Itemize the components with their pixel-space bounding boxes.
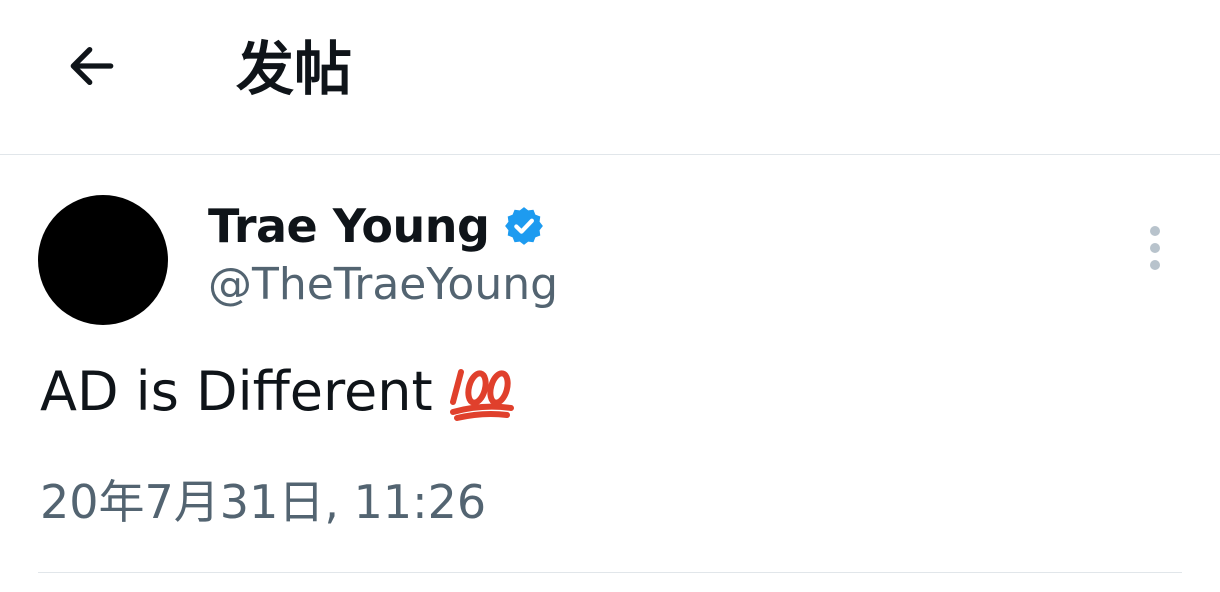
- author-handle[interactable]: @TheTraeYoung: [208, 256, 558, 314]
- more-vertical-icon-dot: [1150, 260, 1160, 270]
- post-body: AD is Different: [40, 358, 517, 426]
- avatar[interactable]: [38, 195, 168, 325]
- divider: [38, 572, 1182, 573]
- more-options-button[interactable]: [1130, 220, 1180, 276]
- page-title: 发帖: [236, 35, 353, 103]
- more-vertical-icon-dot: [1150, 243, 1160, 253]
- post-text: AD is Different: [40, 360, 433, 423]
- display-name[interactable]: Trae Young: [208, 196, 490, 256]
- hundred-points-icon: [447, 362, 517, 422]
- back-button[interactable]: [52, 30, 132, 106]
- verified-badge-icon: [503, 205, 545, 247]
- more-vertical-icon: [1150, 226, 1160, 236]
- arrow-left-icon: [64, 38, 120, 98]
- author-name-row: Trae Young: [208, 196, 545, 256]
- post-timestamp[interactable]: 20年7月31日, 11:26: [40, 472, 486, 532]
- top-app-bar: 发帖: [0, 0, 1220, 155]
